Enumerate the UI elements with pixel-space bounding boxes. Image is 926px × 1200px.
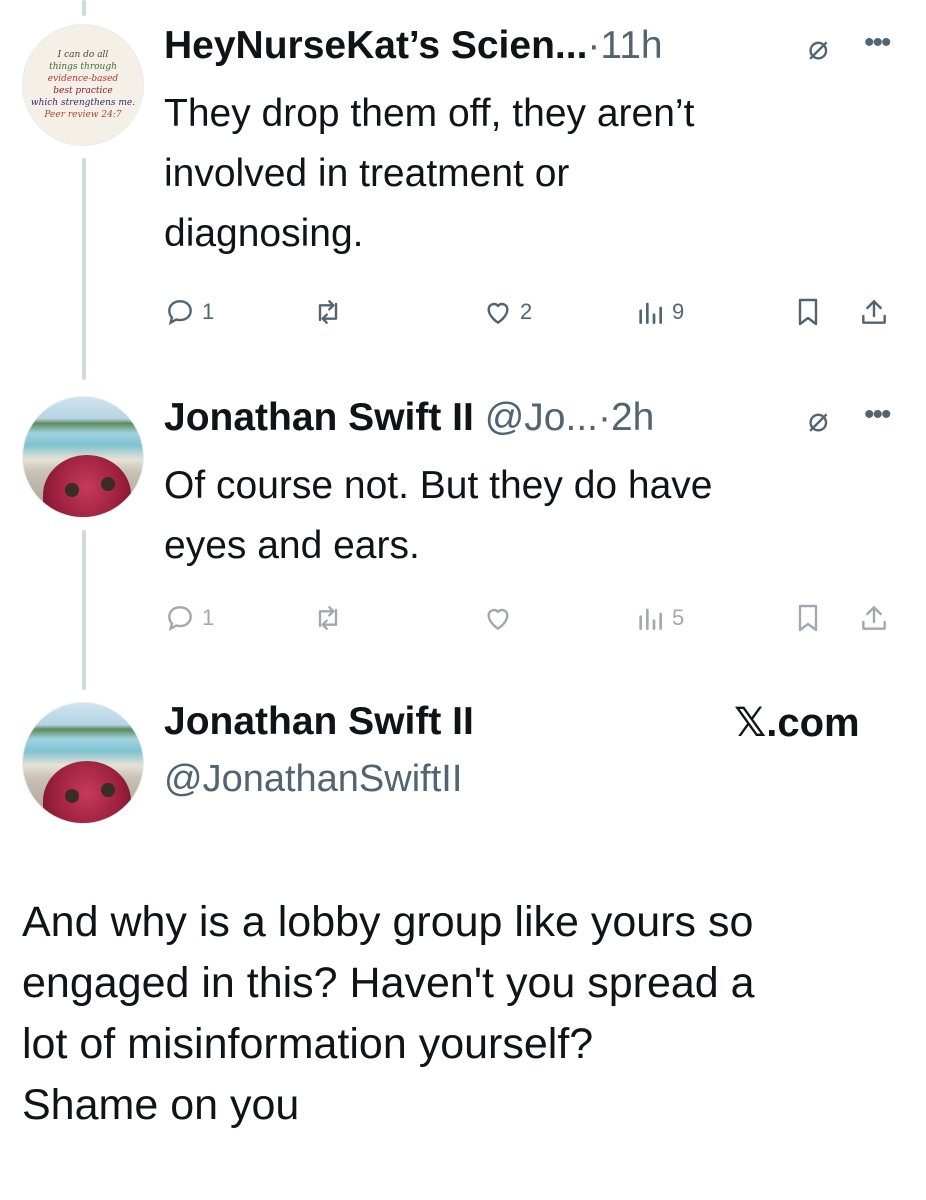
views-count: 5 — [672, 605, 685, 630]
like-button[interactable]: 2 — [482, 296, 532, 328]
share-button[interactable] — [858, 296, 890, 328]
retweet-icon — [318, 300, 338, 324]
reply-text: And why is a lobby group like yours so e… — [22, 892, 912, 1136]
thread-line-1 — [82, 158, 86, 380]
like-button[interactable] — [482, 602, 514, 634]
like-count: 2 — [520, 299, 533, 324]
tweet-handle-timestamp[interactable]: @Jo...·2h — [485, 396, 655, 439]
avatar-photo — [43, 455, 131, 517]
thread-line-top — [82, 0, 86, 16]
reply-icon — [168, 606, 192, 632]
heart-icon — [487, 302, 509, 325]
reply-text-line: engaged in this? Haven't you spread a — [22, 959, 755, 1007]
views-icon — [639, 302, 662, 324]
avatar-text-line: I can do all — [57, 50, 109, 60]
avatar[interactable]: I can do all things through evidence-bas… — [22, 24, 144, 146]
tweet-actions: 1 5 — [164, 602, 904, 642]
tweet-text: Of course not. But they do have eyes and… — [164, 456, 904, 576]
thread-line-2 — [82, 530, 86, 690]
more-icon[interactable]: ••• — [864, 26, 891, 60]
display-name[interactable]: Jonathan Swift II — [164, 396, 474, 439]
display-name[interactable]: Jonathan Swift II — [164, 700, 474, 743]
avatar[interactable] — [22, 396, 144, 518]
tweet-actions: 1 2 9 — [164, 296, 904, 336]
views-button[interactable]: 5 — [634, 602, 684, 634]
reply-button[interactable]: 1 — [164, 602, 214, 634]
user-handle[interactable]: @JonathanSwiftII — [164, 758, 462, 801]
display-name[interactable]: HeyNurseKat’s Scien... — [164, 24, 587, 67]
tweet-text-line: diagnosing. — [164, 212, 364, 255]
tweet-header: HeyNurseKat’s Scien...·11h — [164, 24, 663, 68]
views-icon — [639, 608, 662, 630]
avatar-photo — [43, 761, 131, 823]
bookmark-button[interactable] — [792, 296, 824, 328]
tweet-timestamp[interactable]: ·11h — [587, 24, 662, 67]
avatar-text-line: evidence-based — [47, 74, 119, 84]
source-label: 𝕏.com — [734, 701, 860, 745]
avatar[interactable] — [22, 702, 144, 824]
share-icon — [862, 606, 886, 630]
slashed-circle-icon[interactable]: ⌀ — [808, 28, 828, 68]
avatar-text-line: best practice — [53, 86, 113, 96]
reply-text-line: lot of misinformation yourself? — [22, 1020, 594, 1068]
tweet-text-line: Of course not. But they do have — [164, 464, 713, 507]
more-icon[interactable]: ••• — [864, 398, 891, 432]
tweet-header: Jonathan Swift II @Jo...·2h — [164, 396, 654, 440]
reply-text-line: And why is a lobby group like yours so — [22, 898, 754, 946]
reply-count: 1 — [202, 299, 215, 324]
views-button[interactable]: 9 — [634, 296, 684, 328]
share-button[interactable] — [858, 602, 890, 634]
retweet-icon — [318, 606, 338, 630]
heart-icon — [487, 608, 509, 631]
bookmark-icon — [798, 604, 818, 632]
views-count: 9 — [672, 299, 685, 324]
bookmark-icon — [798, 298, 818, 326]
avatar-text-line: Peer review 24:7 — [44, 110, 122, 120]
avatar-text-line: which strengthens me. — [30, 98, 136, 108]
reply-text-line: Shame on you — [22, 1081, 300, 1129]
reply-header: Jonathan Swift II — [164, 700, 474, 744]
tweet-text: They drop them off, they aren’t involved… — [164, 84, 904, 264]
reply-count: 1 — [202, 605, 215, 630]
slashed-circle-icon[interactable]: ⌀ — [808, 400, 828, 440]
retweet-button[interactable] — [312, 296, 344, 328]
tweet-text-line: involved in treatment or — [164, 152, 570, 195]
retweet-button[interactable] — [312, 602, 344, 634]
bookmark-button[interactable] — [792, 602, 824, 634]
tweet-text-line: eyes and ears. — [164, 524, 420, 567]
avatar-text-line: things through — [49, 62, 117, 72]
reply-icon — [168, 300, 192, 326]
tweet-text-line: They drop them off, they aren’t — [164, 92, 695, 135]
share-icon — [862, 300, 886, 324]
reply-button[interactable]: 1 — [164, 296, 214, 328]
